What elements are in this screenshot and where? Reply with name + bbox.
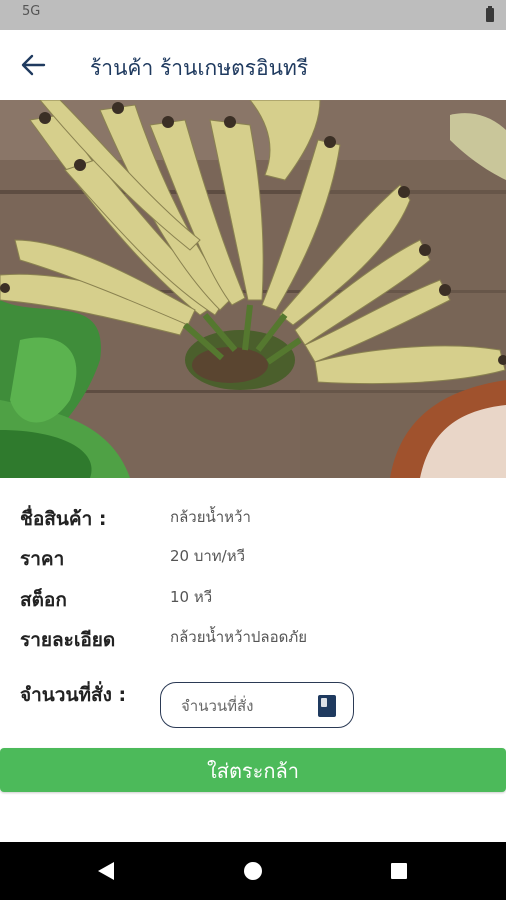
back-button[interactable] — [14, 47, 54, 83]
arrow-left-icon — [21, 54, 46, 76]
quantity-input[interactable] — [179, 693, 313, 719]
status-bar: 5G — [0, 0, 506, 30]
back-triangle-icon — [98, 862, 114, 880]
product-name-value: กล้วยน้ำหว้า — [170, 508, 251, 526]
nav-recents-button[interactable] — [369, 842, 429, 900]
nav-bar — [0, 842, 506, 900]
product-name-label: ชื่อสินค้า : — [20, 508, 107, 530]
home-circle-icon — [244, 862, 262, 880]
price-value: 20 บาท/หวี — [170, 547, 246, 565]
quantity-field[interactable] — [160, 682, 354, 728]
stock-label: สต็อก — [20, 589, 67, 611]
nav-back-button[interactable] — [76, 842, 136, 900]
add-to-cart-button[interactable]: ใส่ตระกล้า — [0, 748, 506, 792]
quantity-label: จำนวนที่สั่ง : — [20, 684, 127, 706]
status-time: 5G — [22, 4, 41, 19]
stock-value: 10 หวี — [170, 588, 213, 606]
battery-icon — [486, 6, 494, 22]
product-image — [0, 100, 506, 478]
nav-home-button[interactable] — [223, 842, 283, 900]
app-bar: ร้านค้า ร้านเกษตรอินทรี — [0, 30, 506, 100]
recents-square-icon — [391, 863, 407, 879]
book-icon — [318, 695, 336, 717]
description-label: รายละเอียด — [20, 629, 116, 651]
page-title: ร้านค้า ร้านเกษตรอินทรี — [90, 56, 309, 80]
description-value: กล้วยน้ำหว้าปลอดภัย — [170, 628, 308, 646]
price-label: ราคา — [20, 548, 65, 570]
